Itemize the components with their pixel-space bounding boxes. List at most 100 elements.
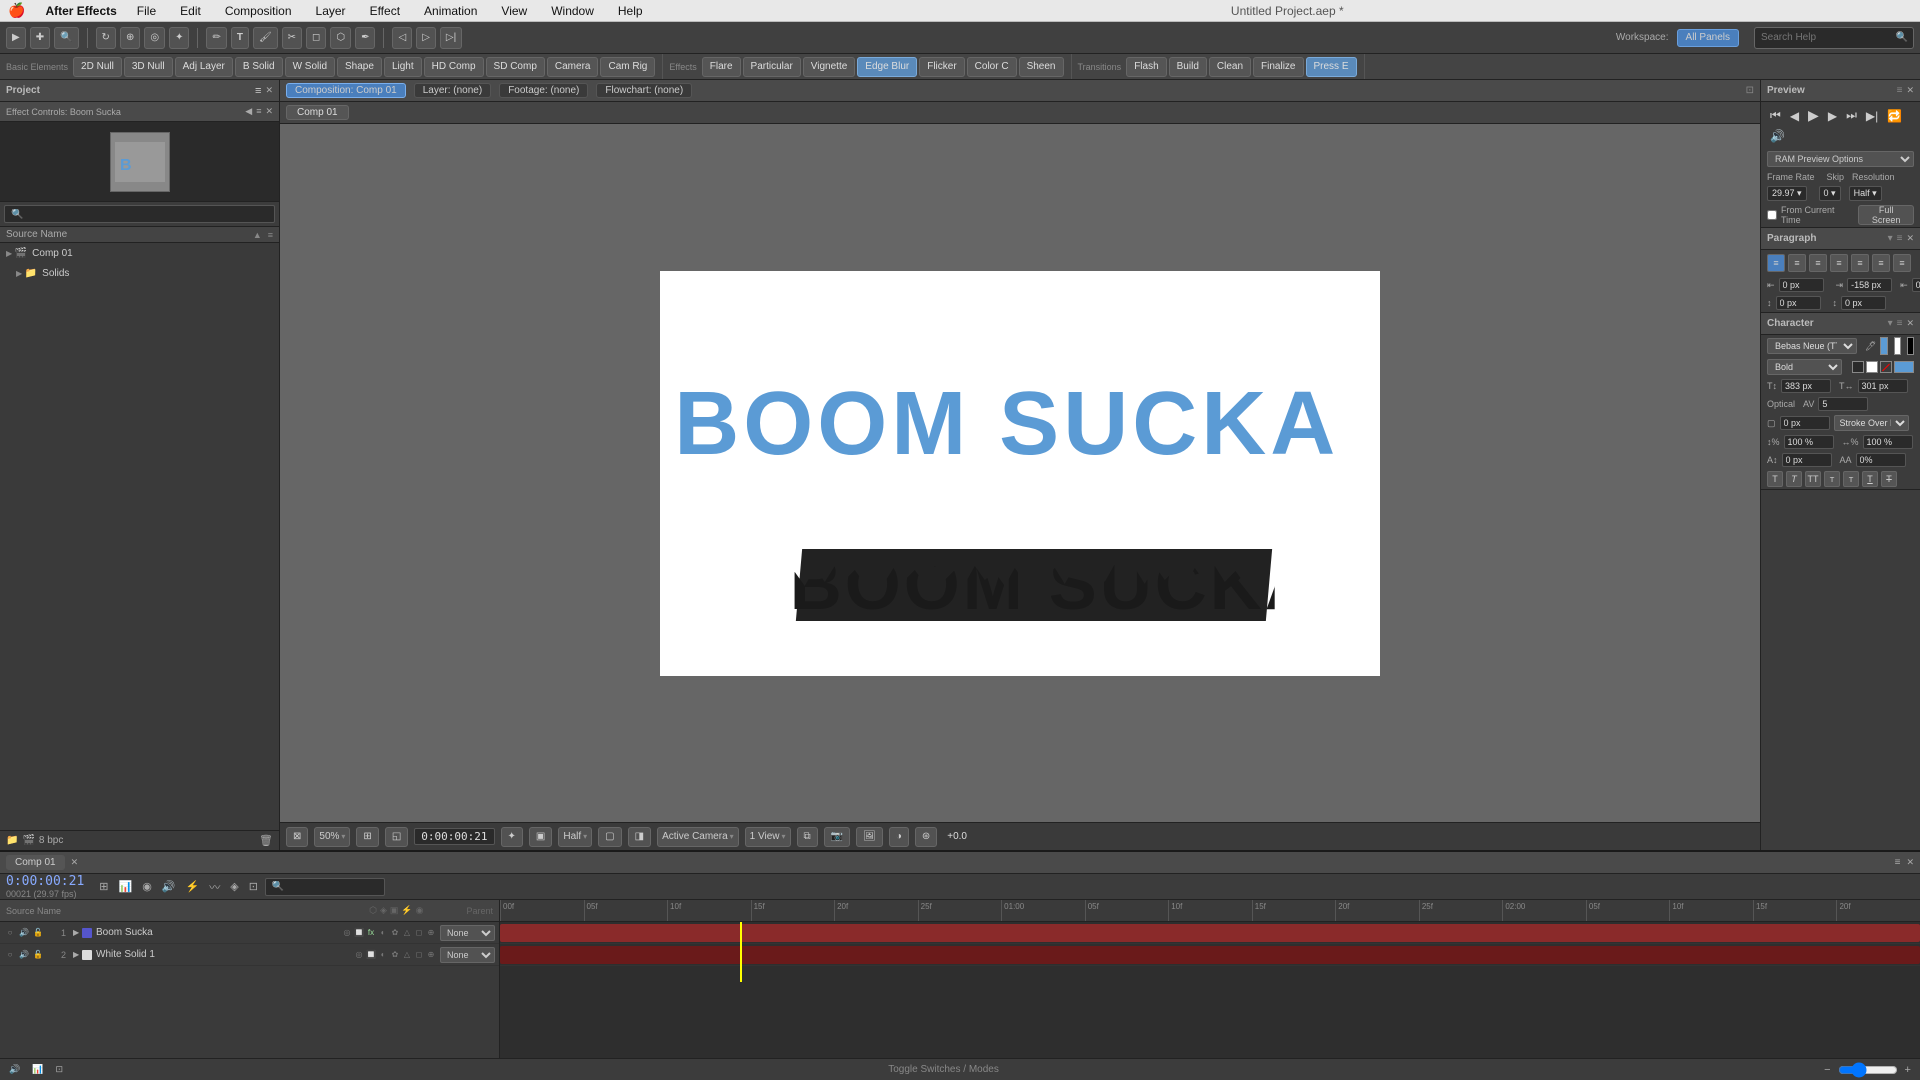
preview-ram-btn[interactable]: ▶| [1863,108,1881,124]
char-scale-h-input[interactable] [1863,435,1913,449]
toolbar-ram-preview[interactable]: ▷| [440,27,462,49]
effect-ctrl-icon3[interactable]: ✕ [265,106,273,117]
effect-color-c[interactable]: Color C [967,57,1017,77]
effect-finalize[interactable]: Finalize [1253,57,1303,77]
resolution-dropdown[interactable]: Half ▾ [558,827,592,847]
effect-ctrl-icon2[interactable]: ≡ [256,106,261,117]
char-stroke-color[interactable] [1894,337,1901,355]
workspace-tab-all-panels[interactable]: All Panels [1677,29,1739,47]
tl-graph-btn[interactable]: 📊 [116,879,136,894]
para-indent-right2-input[interactable] [1912,278,1920,292]
menu-animation[interactable]: Animation [420,2,481,20]
track-bar-2[interactable] [500,946,1920,964]
effect-2d-null[interactable]: 2D Null [73,57,122,77]
char-tsumi-input[interactable] [1856,453,1906,467]
para-space-before-input[interactable] [1776,296,1821,310]
para-space-after-input[interactable] [1841,296,1886,310]
list-options-icon[interactable]: ≡ [268,230,273,240]
layer2-parent-select[interactable]: None [440,947,495,963]
comp-tab-dropdown[interactable]: Composition: Comp 01 [286,83,406,98]
viewer-grid-btn[interactable]: ⊞ [356,827,378,847]
comp-breadcrumb[interactable]: Comp 01 [286,105,349,120]
layer2-color[interactable] [82,950,92,960]
char-font-select[interactable]: Bebas Neue (TT) [1767,338,1857,354]
toolbar-select[interactable]: ▶ [6,27,26,49]
layer1-sw2[interactable]: 🔲 [354,928,364,937]
char-fmt-sup-btn[interactable]: T [1824,471,1840,487]
char-panel-close-icon[interactable]: ✕ [1906,318,1914,329]
layer1-sw4[interactable]: ✿ [390,928,400,937]
char-scale-v-input[interactable] [1784,435,1834,449]
apple-menu[interactable]: 🍎 [8,2,25,19]
timeline-panel-expand[interactable]: ✕ [71,857,79,868]
effect-press-e[interactable]: Press E [1306,57,1357,77]
effect-flare[interactable]: Flare [702,57,741,77]
char-bg-color[interactable] [1907,337,1914,355]
char-size-h-input[interactable] [1858,379,1908,393]
view-dropdown[interactable]: 1 View ▾ [745,827,791,847]
effect-clean[interactable]: Clean [1209,57,1251,77]
viewer-snap-btn[interactable]: ✦ [501,827,523,847]
layer1-parent-select[interactable]: None [440,925,495,941]
viewer-render-btn[interactable]: ▣ [529,827,552,847]
preview-first-frame-btn[interactable]: ⏮ [1767,107,1784,124]
new-folder-icon[interactable]: 📁 [6,835,18,846]
toolbar-next-frame[interactable]: ▷ [416,27,436,49]
para-justify-all-btn[interactable]: ≡ [1893,254,1911,272]
effect-vignette[interactable]: Vignette [803,57,856,77]
viewer-alpha-btn[interactable]: ◨ [628,827,651,847]
viewer-color-mgmt-btn[interactable]: ⊛ [915,827,937,847]
layer2-audio-icon[interactable]: 🔊 [18,949,30,961]
layer1-sw3[interactable]: ◐ [378,928,388,937]
effect-build[interactable]: Build [1169,57,1207,77]
layer2-solo-icon[interactable]: ○ [4,949,16,961]
preview-next-frame-btn[interactable]: ▶ [1825,108,1840,124]
tl-bottom-zoom-out[interactable]: − [1821,1062,1833,1078]
effect-sheen[interactable]: Sheen [1019,57,1064,77]
project-panel-options-icon[interactable]: ≡ [255,85,261,97]
menu-layer[interactable]: Layer [312,2,350,20]
layer2-lock-icon[interactable]: 🔓 [32,949,44,961]
project-panel-close-icon[interactable]: ✕ [265,85,273,96]
char-fmt-t-btn[interactable]: T [1767,471,1783,487]
toolbar-pan[interactable]: ✦ [169,27,189,49]
char-swatch-blue[interactable] [1894,361,1914,373]
char-fmt-sub-btn[interactable]: T [1843,471,1859,487]
project-item-solids[interactable]: ▶ 📁 Solids [0,263,279,283]
toolbar-zoom[interactable]: 🔍 [54,27,78,49]
viewer-region-btn[interactable]: ▢ [598,827,621,847]
layer-row-2[interactable]: ○ 🔊 🔓 2 ▶ White Solid 1 ◎ 🔲 ◐ ✿ △ ◻ ⊕ [0,944,499,966]
para-align-right-btn[interactable]: ≡ [1809,254,1827,272]
char-fill-color-icon[interactable]: 🖊 [1865,341,1876,352]
toolbar-clone[interactable]: ✂ [282,27,302,49]
tl-bottom-switches-btn[interactable]: ⊡ [52,1063,66,1076]
layer1-fx[interactable]: fx [366,928,376,937]
timeline-playhead[interactable] [740,922,742,982]
preview-from-current-checkbox[interactable] [1767,210,1777,220]
preview-options-select[interactable]: RAM Preview Options [1767,151,1914,167]
effect-sd-comp[interactable]: SD Comp [486,57,545,77]
color-depth-label[interactable]: 8 bpc [39,835,63,846]
effect-flicker[interactable]: Flicker [919,57,964,77]
layer2-expand-btn[interactable]: ▶ [70,949,82,960]
layer2-sw2[interactable]: 🔲 [366,950,376,959]
layer2-sw3[interactable]: ◐ [378,950,388,959]
char-fmt-under-btn[interactable]: T [1862,471,1878,487]
effect-3d-null[interactable]: 3D Null [124,57,173,77]
sort-icon[interactable]: ▲ [253,230,262,240]
layer-row-1[interactable]: ○ 🔊 🔓 1 ▶ Boom Sucka ◎ 🔲 fx ◐ ✿ △ ◻ ⊕ [0,922,499,944]
preview-skip-value[interactable]: 0 ▾ [1819,186,1841,201]
layer2-sw5[interactable]: △ [402,950,412,959]
comp-footage-dropdown[interactable]: Footage: (none) [499,83,588,98]
preview-last-frame-btn[interactable]: ⏭ [1843,107,1860,124]
char-style-select[interactable]: Bold [1767,359,1842,375]
viewer-reset-btn[interactable]: ⊠ [286,827,308,847]
effect-b-solid[interactable]: B Solid [235,57,283,77]
timeline-panel-menu-icon[interactable]: ≡ [1895,857,1901,868]
comp-panel-expand-icon[interactable]: ⊡ [1746,85,1754,96]
paragraph-panel-close-icon[interactable]: ✕ [1906,233,1914,244]
timeline-comp-tab[interactable]: Comp 01 [6,855,65,870]
char-baseline-input[interactable] [1782,453,1832,467]
para-justify-center-btn[interactable]: ≡ [1851,254,1869,272]
char-fmt-it-btn[interactable]: T [1786,471,1802,487]
